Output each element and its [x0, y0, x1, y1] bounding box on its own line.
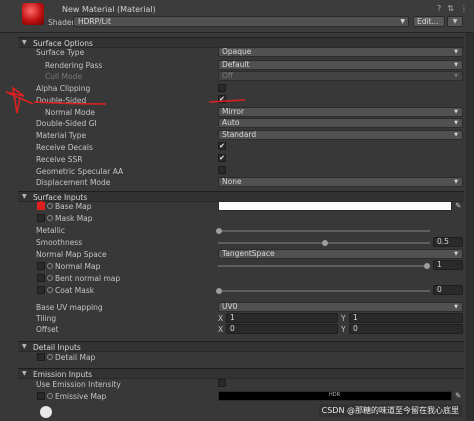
- annotation-overlay: [5, 86, 246, 209]
- watermark: CSDN @那糖的味道至今留在我心底里: [318, 404, 462, 417]
- annotation-dot: [37, 201, 45, 209]
- annotation-underline-checkbox: [208, 99, 246, 103]
- annotation-star-mark: [5, 86, 34, 114]
- annotation-underline-label: [33, 101, 107, 105]
